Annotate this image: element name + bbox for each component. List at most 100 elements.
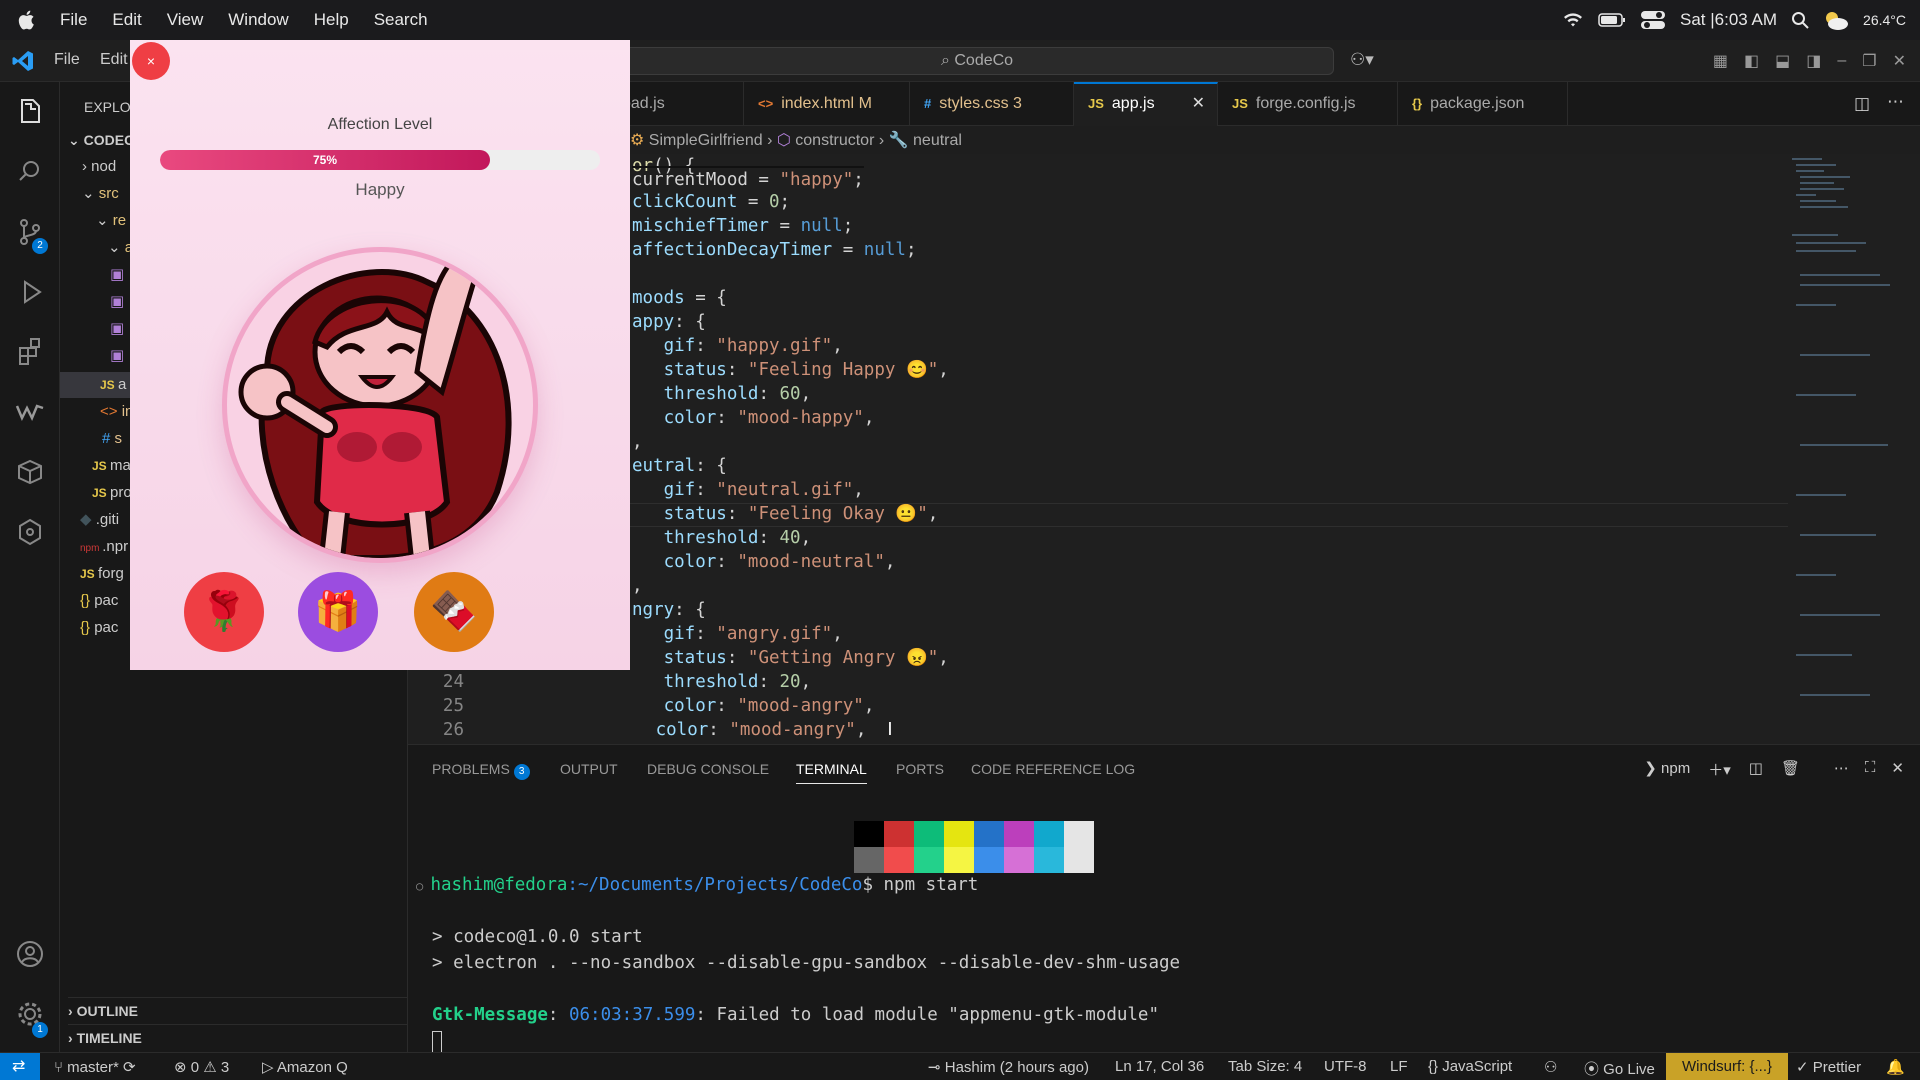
split-terminal-icon[interactable]: ◫ <box>1749 759 1763 780</box>
character-portrait[interactable] <box>222 247 538 563</box>
outline-section[interactable]: › OUTLINE <box>68 997 408 1023</box>
split-editor-icon[interactable]: ◫ <box>1854 94 1870 114</box>
maximize-panel-icon[interactable]: ⛶ <box>1865 759 1876 777</box>
clock[interactable]: Sat |6:03 AM <box>1680 10 1777 30</box>
tree-item-package-json[interactable]: {} pac <box>80 588 118 614</box>
panel-tab-terminal[interactable]: TERMINAL <box>796 761 867 784</box>
tree-item-gitignore[interactable]: ◆ .giti <box>80 507 119 533</box>
command-center-search[interactable]: ⌕ CodeCo <box>620 47 1334 75</box>
minimize-icon[interactable]: – <box>1837 52 1846 70</box>
terminal-cursor[interactable] <box>432 1031 442 1053</box>
tab-styles-css[interactable]: # styles.css 3 <box>910 82 1074 126</box>
panel-tab-debug-console[interactable]: DEBUG CONSOLE <box>647 761 769 777</box>
vscode-menu-edit[interactable]: Edit <box>100 51 128 69</box>
wifi-icon[interactable] <box>1562 12 1584 28</box>
tree-item-forge-config[interactable]: JS forg <box>80 561 124 587</box>
containers-icon[interactable] <box>14 456 46 488</box>
windsurf-icon[interactable] <box>14 396 46 428</box>
timeline-section[interactable]: › TIMELINE <box>68 1024 408 1050</box>
maximize-icon[interactable]: ❐ <box>1862 51 1876 71</box>
close-tab-icon[interactable]: ✕ <box>1192 84 1205 124</box>
tab-package-json[interactable]: {} package.json <box>1398 82 1568 126</box>
encoding[interactable]: UTF-8 <box>1324 1058 1367 1075</box>
image-file-icon[interactable]: ▣ <box>110 343 124 369</box>
close-button[interactable]: × <box>132 42 170 80</box>
git-blame[interactable]: ⊸ Hashim (2 hours ago) <box>928 1058 1089 1076</box>
kill-terminal-icon[interactable]: 🗑 <box>1781 759 1800 780</box>
toggle-sidebar-icon[interactable]: ◧ <box>1744 51 1759 71</box>
amazon-q-icon[interactable] <box>14 516 46 548</box>
more-actions-icon[interactable]: ⋯ <box>1887 92 1904 112</box>
rose-gift-button[interactable]: 🌹 <box>184 572 264 652</box>
tab-forge-config[interactable]: JS forge.config.js <box>1218 82 1398 126</box>
mac-menu-file[interactable]: File <box>60 10 87 30</box>
amazon-q-status[interactable]: ▷ Amazon Q <box>262 1058 348 1076</box>
panel-tab-ports[interactable]: PORTS <box>896 761 944 777</box>
tree-item-styles-css[interactable]: # s <box>102 426 122 452</box>
explorer-icon[interactable] <box>14 96 46 128</box>
breadcrumb-method[interactable]: constructor <box>795 132 874 149</box>
extensions-icon[interactable] <box>14 336 46 368</box>
weather-icon[interactable] <box>1823 9 1849 31</box>
toggle-secondary-sidebar-icon[interactable]: ◨ <box>1806 51 1821 71</box>
mac-menu-search[interactable]: Search <box>374 10 428 30</box>
language-mode[interactable]: {} JavaScript <box>1428 1058 1512 1075</box>
prettier-status[interactable]: ✓ Prettier <box>1796 1058 1861 1076</box>
tab-app-js[interactable]: JS app.js ✕ <box>1074 82 1218 126</box>
spotlight-search-icon[interactable] <box>1791 11 1809 29</box>
tree-item-preload-js[interactable]: JS pro <box>92 480 132 506</box>
minimap[interactable] <box>1788 154 1920 744</box>
tab-size[interactable]: Tab Size: 4 <box>1228 1058 1302 1075</box>
copilot-status-icon[interactable]: ⚇ <box>1544 1058 1557 1076</box>
panel-tab-code-reference-log[interactable]: CODE REFERENCE LOG <box>971 761 1135 777</box>
image-file-icon[interactable]: ▣ <box>110 316 124 342</box>
accounts-icon[interactable] <box>14 938 46 970</box>
chocolate-gift-button[interactable]: 🍫 <box>414 572 494 652</box>
battery-icon[interactable] <box>1598 13 1626 27</box>
control-center-icon[interactable] <box>1640 9 1666 31</box>
terminal-profile[interactable]: ❯ npm <box>1644 759 1690 780</box>
present-gift-button[interactable]: 🎁 <box>298 572 378 652</box>
close-window-icon[interactable]: ✕ <box>1893 51 1906 71</box>
tab-index-html[interactable]: <> index.html M <box>744 82 910 126</box>
mac-menu-window[interactable]: Window <box>228 10 288 30</box>
broadcast-icon: ⦿ <box>1584 1061 1604 1078</box>
tree-item-npmrc[interactable]: npm .npr <box>80 534 128 560</box>
more-actions-icon[interactable]: ⋯ <box>1834 759 1849 777</box>
notifications-bell-icon[interactable]: 🔔 <box>1886 1058 1905 1076</box>
copilot-icon[interactable]: ⚇▾ <box>1350 50 1374 70</box>
tree-item-index-html[interactable]: <> in <box>100 399 133 425</box>
cursor-position[interactable]: Ln 17, Col 36 <box>1115 1058 1204 1075</box>
panel-tab-problems[interactable]: PROBLEMS 3 <box>432 761 530 780</box>
apple-icon[interactable] <box>18 10 36 30</box>
mac-menu-edit[interactable]: Edit <box>112 10 141 30</box>
new-terminal-icon[interactable]: ＋▾ <box>1708 759 1731 780</box>
customize-layout-icon[interactable]: ▦ <box>1713 51 1728 71</box>
tree-item-main-js[interactable]: JS ma <box>92 453 131 479</box>
line-ending[interactable]: LF <box>1390 1058 1408 1075</box>
breadcrumb-property[interactable]: neutral <box>913 132 962 149</box>
tree-item-renderer[interactable]: ⌄ re <box>96 208 126 234</box>
remote-indicator[interactable]: ⇄ <box>0 1053 40 1080</box>
explorer-root-folder[interactable]: ⌄ CODEC <box>68 127 134 153</box>
braces-icon: {} <box>1428 1058 1443 1075</box>
run-debug-icon[interactable] <box>14 276 46 308</box>
mac-menu-view[interactable]: View <box>167 10 204 30</box>
mac-menu-help[interactable]: Help <box>314 10 349 30</box>
toggle-panel-icon[interactable]: ⬓ <box>1775 51 1790 71</box>
close-panel-icon[interactable]: ✕ <box>1891 759 1904 777</box>
tree-item-package-lock[interactable]: {} pac <box>80 615 118 641</box>
vscode-menu-file[interactable]: File <box>54 51 80 69</box>
tree-item-node-modules[interactable]: › nod <box>82 154 116 180</box>
windsurf-status[interactable]: Windsurf: {...} <box>1666 1053 1788 1080</box>
problems-indicator[interactable]: ⊗ 0 ⚠ 3 <box>174 1058 229 1076</box>
panel-tab-output[interactable]: OUTPUT <box>560 761 618 777</box>
search-icon[interactable] <box>14 156 46 188</box>
girlfriend-app-window: × Affection Level 75% Happy 🌹 🎁 🍫 <box>130 40 630 670</box>
breadcrumb-class[interactable]: SimpleGirlfriend <box>649 132 763 149</box>
git-branch[interactable]: ⑂ master* ⟳ <box>54 1058 136 1076</box>
tree-item-src[interactable]: ⌄ src <box>82 181 119 207</box>
go-live[interactable]: ⦿ Go Live <box>1584 1058 1655 1079</box>
image-file-icon[interactable]: ▣ <box>110 289 124 315</box>
image-file-icon[interactable]: ▣ <box>110 262 124 288</box>
